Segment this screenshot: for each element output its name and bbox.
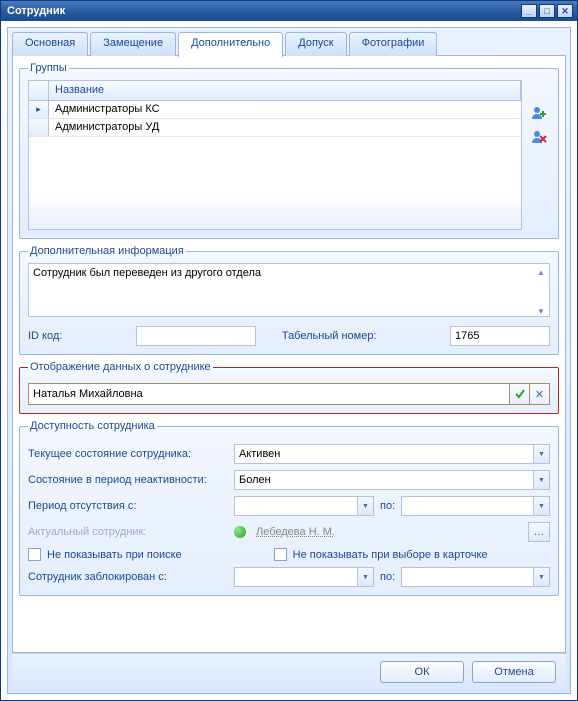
absent-to-label: по: [380, 500, 395, 512]
hide-in-card-label: Не показывать при выборе в карточке [293, 549, 488, 561]
tab-access[interactable]: Допуск [285, 32, 346, 56]
confirm-button[interactable] [510, 383, 530, 405]
scroll-down-button[interactable]: ▼ [534, 304, 548, 318]
chevron-down-icon[interactable]: ▼ [533, 471, 549, 489]
absent-from-date[interactable]: ▼ [234, 496, 374, 516]
status-indicator-icon [234, 526, 246, 538]
dialog-button-bar: ОК Отмена [12, 653, 566, 689]
window-title: Сотрудник [5, 5, 519, 17]
chevron-down-icon[interactable]: ▼ [533, 497, 549, 515]
availability-fieldset: Доступность сотрудника Текущее состояние… [19, 420, 559, 596]
tabnum-input[interactable] [450, 326, 550, 346]
tab-photos[interactable]: Фотографии [349, 32, 438, 56]
groups-legend: Группы [28, 62, 69, 74]
user-add-icon [531, 105, 547, 121]
blocked-from-date[interactable]: ▼ [234, 567, 374, 587]
tabstrip: Основная Замещение Дополнительно Допуск … [12, 32, 566, 56]
blocked-to-date[interactable]: ▼ [401, 567, 550, 587]
idcode-label: ID код: [28, 330, 62, 342]
groups-grid[interactable]: Название ▸ Администраторы КС Администрат… [28, 80, 522, 230]
grid-empty-area [29, 137, 521, 229]
remove-group-button[interactable] [530, 128, 548, 146]
display-fieldset: Отображение данных о сотруднике ✕ [19, 361, 559, 414]
tab-additional[interactable]: Дополнительно [178, 32, 283, 57]
hide-in-search-label: Не показывать при поиске [47, 549, 182, 561]
tab-main[interactable]: Основная [12, 32, 88, 56]
check-icon [514, 388, 526, 400]
employee-dialog: Сотрудник _ □ ✕ Основная Замещение Допол… [0, 0, 578, 701]
display-name-input[interactable] [28, 383, 510, 405]
tabnum-label: Табельный номер: [282, 330, 377, 342]
table-row[interactable]: Администраторы УД [29, 119, 521, 137]
inactive-state-label: Состояние в период неактивности: [28, 474, 228, 486]
scroll-up-button[interactable]: ▲ [534, 265, 548, 279]
chevron-down-icon[interactable]: ▼ [357, 497, 373, 515]
tab-body: Группы Название ▸ Администраторы КС [12, 55, 566, 653]
inactive-state-combo[interactable]: Болен ▼ [234, 470, 550, 490]
clear-button[interactable]: ✕ [530, 383, 550, 405]
group-name-cell: Администраторы КС [49, 101, 521, 118]
titlebar[interactable]: Сотрудник _ □ ✕ [1, 1, 577, 21]
content-area: Основная Замещение Дополнительно Допуск … [7, 27, 571, 694]
inactive-state-value: Болен [235, 474, 533, 486]
blocked-to-label: по: [380, 571, 395, 583]
maximize-button[interactable]: □ [539, 4, 555, 18]
blocked-from-label: Сотрудник заблокирован с: [28, 571, 228, 583]
group-name-cell: Администраторы УД [49, 119, 521, 136]
absent-from-label: Период отсутствия с: [28, 500, 228, 512]
absent-to-date[interactable]: ▼ [401, 496, 550, 516]
row-indicator-icon [29, 119, 49, 136]
close-button[interactable]: ✕ [557, 4, 573, 18]
table-row[interactable]: ▸ Администраторы КС [29, 101, 521, 119]
additional-info-textarea[interactable] [28, 263, 550, 317]
hide-in-search-checkbox[interactable] [28, 548, 41, 561]
display-legend: Отображение данных о сотруднике [28, 361, 213, 373]
addinfo-legend: Дополнительная информация [28, 245, 186, 257]
hide-in-card-checkbox[interactable] [274, 548, 287, 561]
add-group-button[interactable] [530, 104, 548, 122]
actual-employee-link[interactable]: Лебедева Н. М. [256, 526, 335, 538]
ellipsis-icon: … [534, 526, 545, 538]
grid-corner [29, 81, 49, 100]
current-state-label: Текущее состояние сотрудника: [28, 448, 228, 460]
minimize-button[interactable]: _ [521, 4, 537, 18]
availability-legend: Доступность сотрудника [28, 420, 157, 432]
groups-fieldset: Группы Название ▸ Администраторы КС [19, 62, 559, 239]
addinfo-fieldset: Дополнительная информация ▲ ▼ ID код: Та… [19, 245, 559, 355]
idcode-input[interactable] [136, 326, 256, 346]
x-icon: ✕ [535, 388, 544, 401]
chevron-down-icon[interactable]: ▼ [533, 445, 549, 463]
groups-column-name[interactable]: Название [49, 81, 521, 100]
cancel-button[interactable]: Отмена [472, 661, 556, 683]
current-state-value: Активен [235, 448, 533, 460]
row-indicator-icon: ▸ [29, 101, 49, 118]
user-remove-icon [531, 129, 547, 145]
actual-employee-label: Актуальный сотрудник: [28, 526, 228, 538]
current-state-combo[interactable]: Активен ▼ [234, 444, 550, 464]
pick-employee-button[interactable]: … [528, 522, 550, 542]
ok-button[interactable]: ОК [380, 661, 464, 683]
tab-substitution[interactable]: Замещение [90, 32, 176, 56]
chevron-down-icon[interactable]: ▼ [357, 568, 373, 586]
chevron-down-icon[interactable]: ▼ [533, 568, 549, 586]
